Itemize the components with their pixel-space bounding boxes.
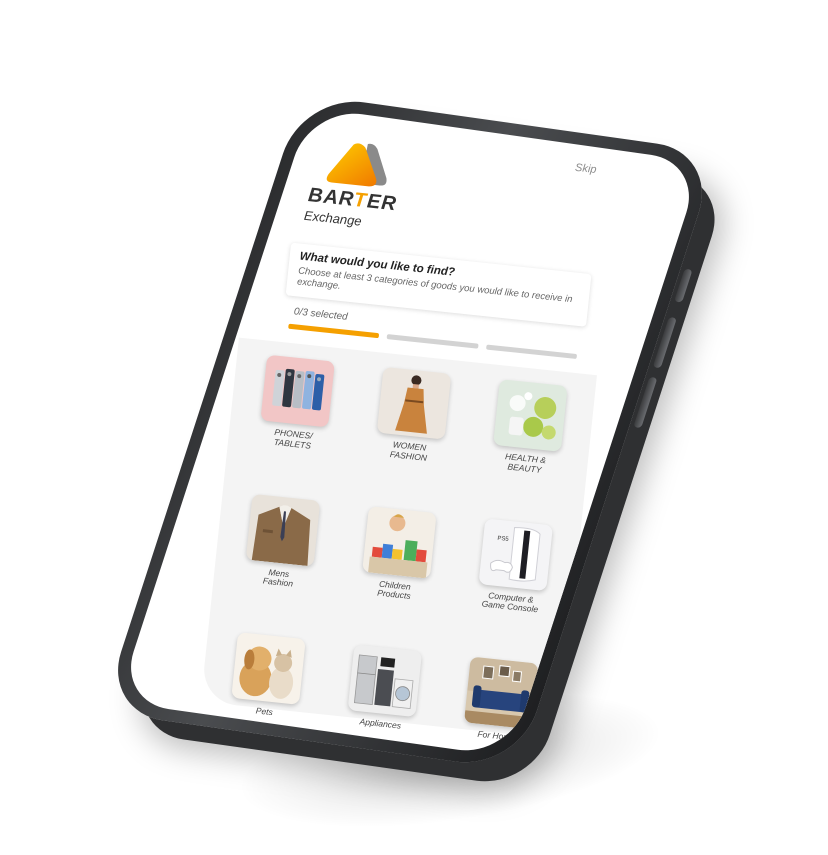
phone-screen: Skip BARTER Exchange What would you like…	[117, 106, 703, 758]
phone-mockup: Skip BARTER Exchange What would you like…	[101, 93, 719, 771]
barter-logo: BARTER Exchange	[303, 134, 434, 242]
skip-link[interactable]: Skip	[574, 162, 597, 176]
category-health-beauty[interactable]: HEALTH & BEAUTY	[474, 377, 584, 479]
brand-prefix: BAR	[307, 184, 356, 211]
appliances-image	[347, 644, 423, 718]
phones-tablets-image	[260, 354, 336, 428]
category-label: HEALTH & BEAUTY	[504, 451, 547, 475]
category-appliances[interactable]: Appliances	[330, 643, 439, 735]
progress-step-2	[386, 334, 479, 349]
category-phones-tablets[interactable]: PHONES/ TABLETS	[242, 353, 352, 455]
health-beauty-image	[492, 379, 568, 452]
stage: Skip BARTER Exchange What would you like…	[0, 0, 828, 855]
category-pets[interactable]: Pets	[214, 631, 323, 723]
category-children-products[interactable]: Children Products	[343, 504, 453, 606]
category-label: For Home	[477, 728, 516, 743]
progress-step-3	[485, 344, 578, 360]
category-label: PHONES/ TABLETS	[273, 426, 314, 451]
category-grid: PHONES/ TABLETS WOMEN FASHION HEALTH & B…	[214, 353, 584, 747]
svg-text:PS5: PS5	[497, 535, 510, 542]
children-products-image	[362, 505, 437, 579]
category-computer-game-console[interactable]: PS5 Computer & Game Console	[459, 516, 569, 618]
category-label: Computer & Game Console	[481, 589, 539, 615]
category-mens-fashion[interactable]: Mens Fashion	[227, 492, 337, 594]
game-console-image: PS5	[478, 517, 553, 591]
category-label: Pets	[255, 705, 274, 718]
category-women-fashion[interactable]: WOMEN FASHION	[358, 365, 468, 467]
category-label: Children Products	[376, 578, 412, 602]
category-label: Appliances	[359, 716, 402, 731]
category-label: WOMEN FASHION	[389, 439, 428, 463]
app-content: Skip BARTER Exchange What would you like…	[181, 107, 639, 757]
brand-suffix: ER	[365, 190, 398, 216]
category-label: Mens Fashion	[262, 566, 294, 589]
women-fashion-image	[376, 366, 452, 440]
mens-fashion-image	[246, 493, 321, 567]
progress-step-1	[288, 323, 380, 339]
pets-image	[231, 632, 307, 705]
